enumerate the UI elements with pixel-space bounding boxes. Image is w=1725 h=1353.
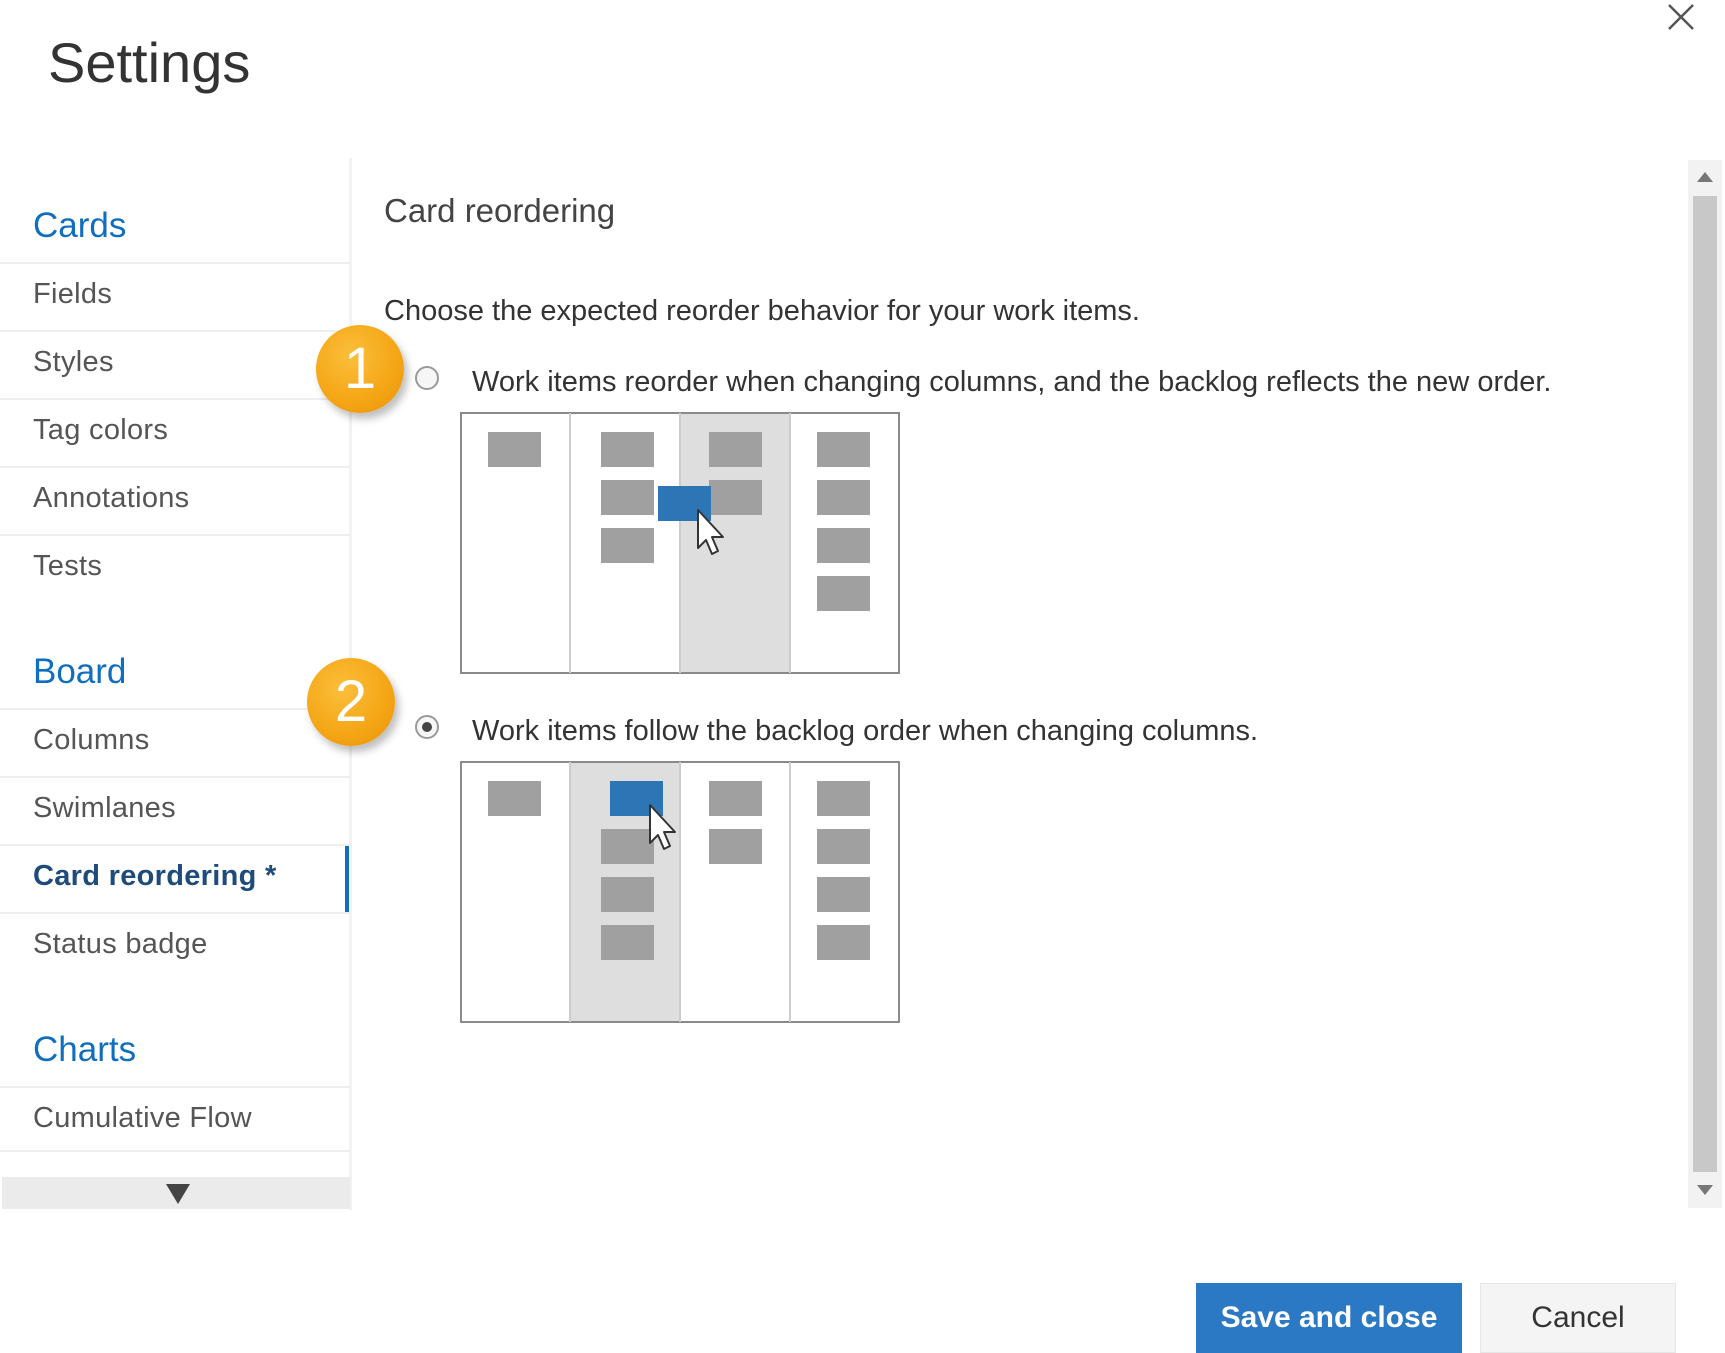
sidebar-item-annotations[interactable]: Annotations bbox=[0, 466, 349, 532]
chevron-down-icon bbox=[166, 1184, 190, 1204]
card bbox=[709, 432, 762, 467]
sidebar-item-columns[interactable]: Columns bbox=[0, 708, 349, 774]
step-badge-2: 2 bbox=[307, 658, 395, 746]
card bbox=[601, 829, 654, 864]
card bbox=[488, 781, 541, 816]
sidebar-item-label: Card reordering * bbox=[33, 860, 277, 892]
close-button[interactable] bbox=[1661, 0, 1699, 34]
cancel-button[interactable]: Cancel bbox=[1480, 1283, 1676, 1353]
card bbox=[817, 829, 870, 864]
close-icon bbox=[1668, 4, 1694, 30]
sidebar-item-status-badge[interactable]: Status badge bbox=[0, 912, 349, 978]
sidebar-item-styles[interactable]: Styles bbox=[0, 330, 349, 396]
description-text: Choose the expected reorder behavior for… bbox=[384, 295, 1140, 327]
card bbox=[817, 781, 870, 816]
card bbox=[817, 480, 870, 515]
settings-dialog: Settings Cards Fields Styles Tag colors … bbox=[0, 0, 1725, 1353]
step-badge-1: 1 bbox=[316, 325, 404, 413]
chevron-up-icon[interactable] bbox=[1697, 172, 1713, 182]
radio-reorder-columns[interactable] bbox=[415, 366, 439, 390]
card bbox=[817, 877, 870, 912]
board-illustration-follow-backlog bbox=[460, 761, 900, 1023]
main-scrollbar[interactable] bbox=[1688, 160, 1722, 1208]
sidebar-scroll-down-button[interactable] bbox=[2, 1177, 350, 1209]
sidebar-item-tests[interactable]: Tests bbox=[0, 534, 349, 600]
section-header-cards: Cards bbox=[33, 206, 127, 245]
sidebar-item-label: Fields bbox=[33, 278, 113, 310]
card bbox=[601, 877, 654, 912]
sidebar-item-label: Swimlanes bbox=[33, 792, 176, 824]
board-illustration-reorder bbox=[460, 412, 900, 674]
card bbox=[601, 480, 654, 515]
card bbox=[601, 925, 654, 960]
sidebar-item-swimlanes[interactable]: Swimlanes bbox=[0, 776, 349, 842]
sidebar-item-label: Columns bbox=[33, 724, 150, 756]
radio-follow-backlog[interactable] bbox=[415, 715, 439, 739]
sidebar-item-fields[interactable]: Fields bbox=[0, 262, 349, 328]
chevron-down-icon[interactable] bbox=[1697, 1185, 1713, 1195]
card bbox=[709, 480, 762, 515]
card bbox=[817, 925, 870, 960]
sidebar-item-label: Tests bbox=[33, 550, 103, 582]
card bbox=[709, 781, 762, 816]
sidebar-item-label: Styles bbox=[33, 346, 114, 378]
settings-sidebar: Cards Fields Styles Tag colors Annotatio… bbox=[0, 158, 352, 1210]
sidebar-item-label: Cumulative Flow bbox=[33, 1102, 252, 1134]
card bbox=[817, 576, 870, 611]
sidebar-item-cumulative-flow[interactable]: Cumulative Flow bbox=[0, 1086, 349, 1152]
sidebar-item-label: Annotations bbox=[33, 482, 190, 514]
card bbox=[601, 432, 654, 467]
card bbox=[817, 432, 870, 467]
section-header-board: Board bbox=[33, 652, 127, 691]
card bbox=[601, 528, 654, 563]
card bbox=[488, 432, 541, 467]
sidebar-item-card-reordering[interactable]: Card reordering * bbox=[0, 844, 351, 912]
save-and-close-button[interactable]: Save and close bbox=[1196, 1283, 1462, 1353]
scrollbar-thumb[interactable] bbox=[1693, 196, 1717, 1172]
section-header-charts: Charts bbox=[33, 1030, 137, 1069]
card bbox=[709, 829, 762, 864]
sidebar-item-label: Tag colors bbox=[33, 414, 169, 446]
sidebar-item-label: Status badge bbox=[33, 928, 208, 960]
card bbox=[817, 528, 870, 563]
option-label-reorder[interactable]: Work items reorder when changing columns… bbox=[472, 366, 1551, 399]
dialog-title: Settings bbox=[48, 31, 251, 94]
option-label-follow-backlog[interactable]: Work items follow the backlog order when… bbox=[472, 715, 1258, 748]
sidebar-item-tag-colors[interactable]: Tag colors bbox=[0, 398, 349, 464]
content-heading: Card reordering bbox=[384, 192, 616, 229]
